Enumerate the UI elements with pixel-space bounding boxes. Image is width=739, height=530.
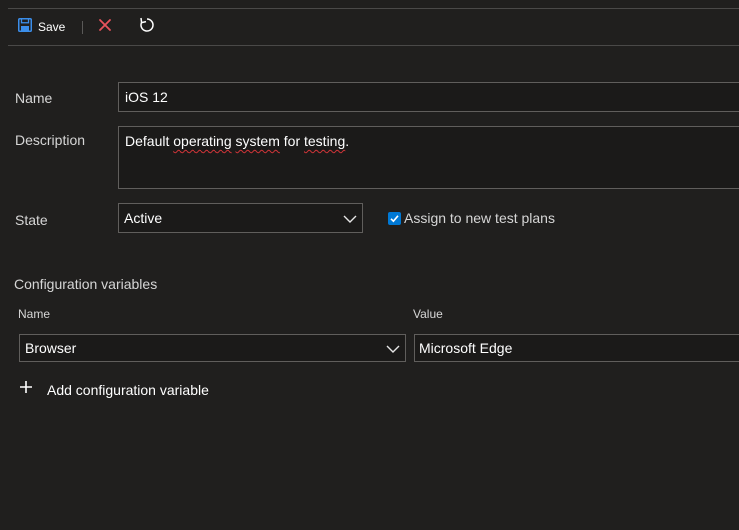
chevron-down-icon (343, 210, 357, 226)
close-icon (98, 18, 112, 37)
description-word: operating (173, 133, 232, 149)
assign-test-plans-label: Assign to new test plans (404, 210, 555, 226)
description-word: . (345, 133, 350, 149)
refresh-icon (138, 16, 156, 39)
state-value: Active (124, 210, 163, 226)
save-label: Save (38, 20, 66, 34)
refresh-button[interactable] (138, 9, 156, 45)
save-button[interactable]: Save (18, 9, 65, 45)
name-input[interactable]: iOS 12 (118, 82, 739, 112)
plus-icon (19, 380, 33, 399)
config-variables-title: Configuration variables (14, 276, 158, 292)
description-word: testing (304, 133, 346, 149)
variable-name-dropdown[interactable]: Browser (19, 334, 406, 362)
description-word: system (235, 133, 280, 149)
name-label: Name (15, 90, 53, 106)
variable-value-header: Value (413, 307, 443, 321)
save-icon (18, 17, 32, 37)
state-dropdown[interactable]: Active (118, 203, 363, 233)
toolbar-separator (82, 21, 83, 34)
assign-test-plans-checkbox[interactable]: Assign to new test plans (388, 210, 555, 226)
discard-button[interactable] (98, 9, 112, 45)
description-text: Default operating system for testing. (125, 133, 349, 149)
variable-value-input[interactable]: Microsoft Edge (414, 334, 739, 362)
description-label: Description (15, 132, 86, 148)
toolbar-divider (8, 45, 739, 46)
description-word: Default (125, 133, 174, 149)
state-label: State (15, 212, 48, 228)
variable-name-value: Browser (25, 340, 77, 356)
add-configuration-variable-label: Add configuration variable (47, 381, 209, 398)
variable-name-header: Name (18, 307, 51, 321)
description-textarea[interactable]: Default operating system for testing. (118, 126, 739, 189)
checkbox-checked-icon[interactable] (388, 211, 401, 225)
chevron-down-icon (386, 340, 400, 356)
add-configuration-variable-button[interactable]: Add configuration variable (19, 380, 209, 399)
configuration-editor: Save Name iOS 12 Description Default ope… (0, 0, 739, 530)
toolbar: Save (8, 9, 739, 45)
description-word: for (279, 133, 304, 149)
